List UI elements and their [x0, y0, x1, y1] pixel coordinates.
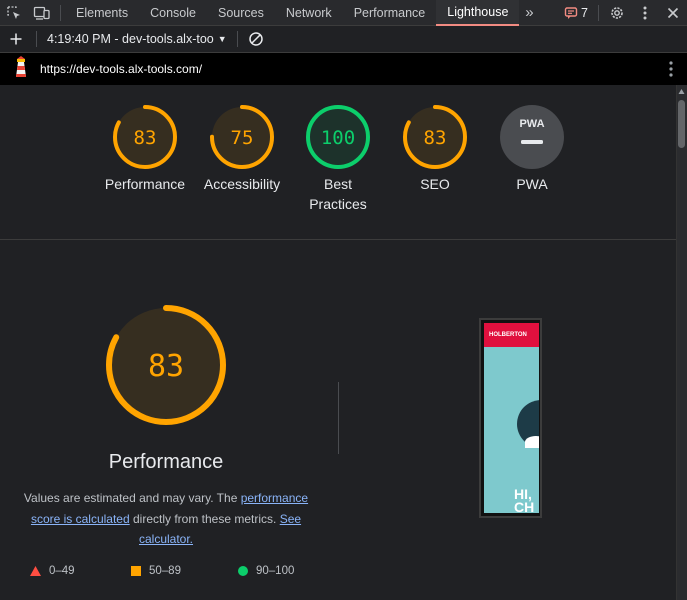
score-gauge-ring: 83 [403, 105, 467, 169]
devtools-tab-bar: Elements Console Sources Network Perform… [0, 0, 687, 26]
issues-icon [564, 7, 578, 19]
gauge-accessibility[interactable]: 75 Accessibility [192, 104, 292, 194]
pwa-badge-text: PWA [519, 118, 544, 130]
new-report-plus-icon[interactable] [0, 26, 32, 52]
gauge-score-value: 100 [321, 127, 355, 149]
more-tabs-button[interactable]: » [519, 0, 539, 26]
gauge-performance[interactable]: 83 Performance [95, 104, 195, 194]
description-text: Values are estimated and may vary. The [23, 491, 241, 505]
screenshot-hero: HI, CH [484, 347, 539, 513]
scrollbar-thumb[interactable] [678, 100, 685, 148]
score-gauge-ring: 100 [306, 105, 370, 169]
gauge-score-value: 75 [231, 127, 254, 149]
gauge-label: SEO [420, 176, 450, 192]
toolbar-divider [60, 4, 61, 21]
toolbar-divider [36, 31, 37, 47]
report-url: https://dev-tools.alx-tools.com/ [40, 62, 203, 76]
legend-pass-range: 90–100 [256, 565, 295, 577]
gauge-label: Accessibility [203, 176, 281, 192]
screenshot-header-text: HOLBERTON [489, 332, 527, 338]
toolbar-divider [598, 5, 599, 21]
inspect-element-icon[interactable] [0, 0, 28, 26]
score-gauge-ring: 75 [210, 105, 274, 169]
performance-description: Values are estimated and may vary. The p… [20, 488, 312, 550]
lighthouse-toolbar: 4:19:40 PM - dev-tools.alx-too ▼ [0, 26, 687, 53]
report-scrollbar[interactable] [676, 85, 687, 600]
settings-gear-icon[interactable] [603, 0, 631, 26]
average-square-icon [131, 566, 141, 576]
pwa-badge-icon: PWA [500, 105, 564, 169]
gauge-score-value: 83 [424, 127, 447, 149]
scroll-up-arrow-icon[interactable] [678, 88, 685, 96]
screenshot-avatar-detail [525, 436, 539, 448]
final-screenshot-thumbnail[interactable]: HOLBERTON HI, CH [479, 318, 542, 518]
screenshot-hero-line: CH [514, 499, 535, 513]
close-devtools-icon[interactable] [659, 0, 687, 26]
report-selector-label: 4:19:40 PM - dev-tools.alx-too [47, 32, 214, 46]
lighthouse-report: 83 Performance 75 Accessibility 100 Best… [0, 85, 676, 600]
report-url-bar: https://dev-tools.alx-tools.com/ [0, 53, 687, 85]
tab-network[interactable]: Network [275, 0, 343, 26]
report-menu-icon[interactable] [669, 61, 673, 82]
tab-lighthouse[interactable]: Lighthouse [436, 0, 520, 26]
gauge-label: Best Practices [309, 176, 367, 212]
screenshot-header: HOLBERTON [484, 323, 539, 347]
device-toolbar-icon[interactable] [28, 0, 56, 26]
clear-reports-icon[interactable] [242, 26, 270, 52]
score-scale-legend: 0–49 50–89 90–100 [0, 565, 340, 583]
caret-down-icon: ▼ [217, 34, 227, 44]
performance-score-value: 83 [148, 349, 184, 384]
more-options-icon[interactable] [631, 0, 659, 26]
gauge-best-practices[interactable]: 100 Best Practices [288, 104, 388, 214]
issues-count: 7 [581, 6, 588, 20]
score-gauge-ring: 83 [113, 105, 177, 169]
gauge-pwa[interactable]: PWA PWA [482, 104, 582, 194]
vertical-divider [338, 382, 339, 454]
tab-performance[interactable]: Performance [343, 0, 437, 26]
tab-sources[interactable]: Sources [207, 0, 275, 26]
legend-fail-range: 0–49 [49, 565, 75, 577]
legend-average: 50–89 [131, 565, 181, 577]
gauge-seo[interactable]: 83 SEO [385, 104, 485, 194]
report-selector-dropdown[interactable]: 4:19:40 PM - dev-tools.alx-too ▼ [41, 32, 233, 46]
description-text: directly from these metrics. [129, 511, 280, 526]
fail-triangle-icon [30, 566, 41, 576]
screenshot-hero-text: HI, CH [514, 487, 535, 513]
pass-circle-icon [238, 566, 248, 576]
performance-title: Performance [108, 451, 224, 473]
issues-button[interactable]: 7 [558, 6, 594, 20]
legend-fail: 0–49 [30, 565, 75, 577]
section-divider [0, 239, 676, 240]
gauge-score-value: 83 [134, 127, 157, 149]
gauge-label: PWA [516, 176, 548, 192]
tab-console[interactable]: Console [139, 0, 207, 26]
tab-elements[interactable]: Elements [65, 0, 139, 26]
performance-score-gauge: 83 [106, 305, 226, 425]
toolbar-divider [236, 31, 238, 47]
lighthouse-logo-icon [12, 55, 30, 83]
legend-average-range: 50–89 [149, 565, 181, 577]
legend-pass: 90–100 [238, 565, 294, 577]
gauge-label: Performance [104, 176, 186, 192]
